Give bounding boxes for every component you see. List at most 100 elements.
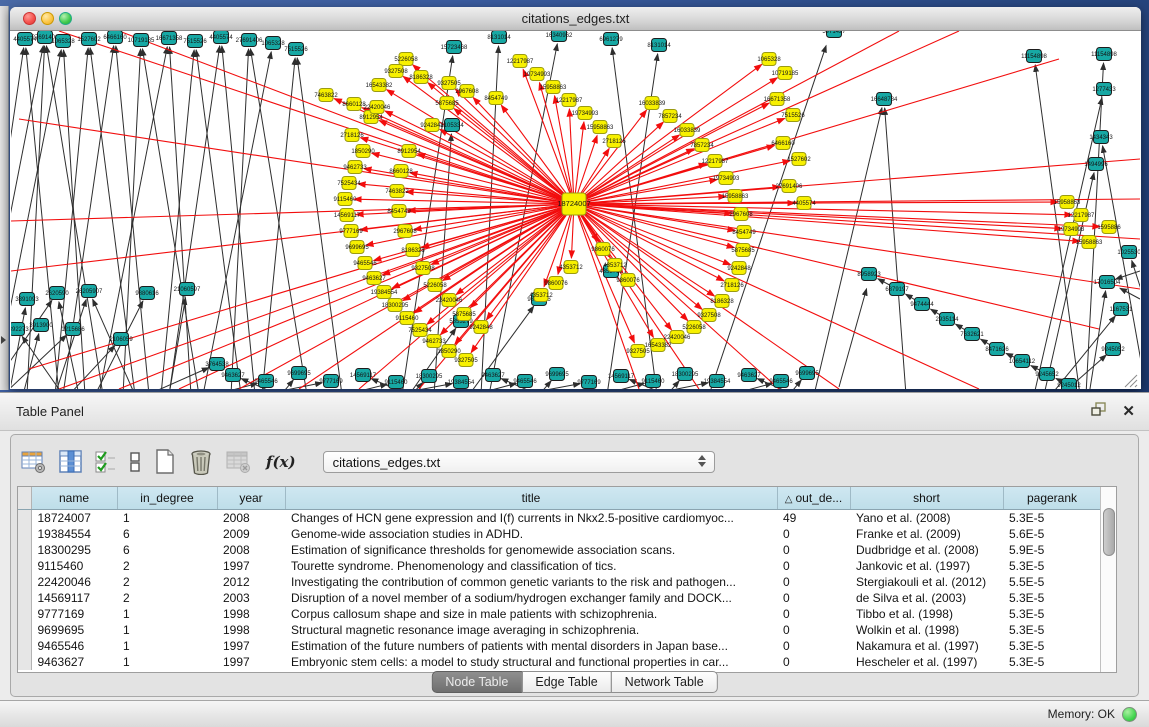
cell-year[interactable]: 2008 [217, 542, 285, 558]
cell-in_degree[interactable]: 2 [117, 574, 217, 590]
cell-pagerank[interactable]: 5.3E-5 [1003, 606, 1100, 622]
cell-short[interactable]: Wolkin et al. (1998) [850, 622, 1003, 638]
network-node[interactable]: 18300295 [672, 368, 699, 381]
cell-name[interactable]: 9465546 [31, 638, 117, 654]
column-header-year[interactable]: year [217, 487, 285, 510]
cell-name[interactable]: 9115460 [31, 558, 117, 574]
cell-name[interactable]: 22420046 [31, 574, 117, 590]
network-node[interactable]: 9327505 [454, 354, 478, 367]
cell-name[interactable]: 18724007 [31, 510, 117, 527]
vertical-scrollbar[interactable] [1100, 487, 1116, 672]
column-header-short[interactable]: short [850, 487, 1003, 510]
cell-in_degree[interactable]: 1 [117, 622, 217, 638]
network-node[interactable]: 16033839 [674, 124, 701, 137]
network-node[interactable]: 16543382 [366, 79, 393, 92]
cell-title[interactable]: Changes of HCN gene expression and I(f) … [285, 510, 777, 527]
network-node[interactable]: 8186328 [401, 244, 425, 257]
cell-short[interactable]: Franke et al. (2009) [850, 526, 1003, 542]
network-node[interactable]: 5226058 [394, 53, 418, 66]
network-node[interactable]: 4405574 [209, 31, 233, 44]
cell-pagerank[interactable]: 5.3E-5 [1003, 622, 1100, 638]
network-canvas[interactable]: 4405574276914061065328152760264661601071… [11, 31, 1140, 389]
cell-in_degree[interactable]: 1 [117, 510, 217, 527]
cell-year[interactable]: 2012 [217, 574, 285, 590]
cell-pagerank[interactable]: 5.5E-5 [1003, 574, 1100, 590]
cell-year[interactable]: 1998 [217, 622, 285, 638]
cell-out_degree[interactable]: 0 [777, 638, 850, 654]
cell-out_degree[interactable]: 0 [777, 558, 850, 574]
network-node[interactable]: 3764538 [205, 358, 229, 371]
cell-in_degree[interactable]: 6 [117, 526, 217, 542]
network-node[interactable]: 16033839 [639, 97, 666, 110]
network-node[interactable]: 9465546 [353, 257, 377, 270]
network-node[interactable]: 9860076 [544, 277, 568, 290]
cell-short[interactable]: de Silva et al. (2003) [850, 590, 1003, 606]
cell-out_degree[interactable]: 0 [777, 542, 850, 558]
cell-short[interactable]: Stergiakouli et al. (2012) [850, 574, 1003, 590]
table-row[interactable]: 969969511998Structural magnetic resonanc… [18, 622, 1100, 638]
cell-pagerank[interactable]: 5.9E-5 [1003, 542, 1100, 558]
network-node[interactable]: 27691406 [776, 180, 803, 193]
network-node[interactable]: 9327508 [384, 65, 408, 78]
network-node[interactable]: 9242848 [727, 262, 751, 275]
network-node[interactable]: 8131014 [487, 31, 511, 44]
network-node[interactable]: 8454749 [484, 92, 508, 105]
network-node[interactable]: 6961279 [599, 33, 623, 46]
network-node[interactable]: 15723468 [441, 41, 468, 54]
network-node[interactable]: 17016504 [1094, 276, 1121, 289]
cell-year[interactable]: 1997 [217, 558, 285, 574]
cell-short[interactable]: Jankovic et al. (1997) [850, 558, 1003, 574]
network-node[interactable]: 5971427 [822, 31, 846, 38]
network-node[interactable]: 8958923 [857, 268, 881, 281]
network-node[interactable]: 10719185 [772, 67, 799, 80]
create-column-icon[interactable] [154, 449, 176, 475]
scrollbar-thumb[interactable] [1103, 508, 1115, 556]
network-node[interactable]: 5226058 [682, 321, 706, 334]
network-node[interactable]: 9463627 [221, 369, 245, 382]
network-node[interactable]: 12217987 [1068, 209, 1095, 222]
cell-title[interactable]: Estimation of the future numbers of pati… [285, 638, 777, 654]
network-node[interactable]: 8186328 [409, 71, 433, 84]
cell-title[interactable]: Disruption of a novel member of a sodium… [285, 590, 777, 606]
network-node[interactable]: 15958863 [540, 81, 567, 94]
network-node[interactable]: 8660128 [389, 165, 413, 178]
network-node[interactable]: 16340962 [546, 31, 573, 42]
cell-year[interactable]: 1997 [217, 638, 285, 654]
column-header-out_degree[interactable]: △out_de... [777, 487, 850, 510]
network-node[interactable]: 1065328 [757, 53, 781, 66]
delete-column-trash-icon[interactable] [189, 449, 213, 475]
cell-out_degree[interactable]: 0 [777, 654, 850, 670]
window-resize-grip[interactable] [1125, 375, 1137, 387]
network-node[interactable]: 7515526 [183, 35, 207, 48]
cell-name[interactable]: 9463627 [31, 654, 117, 670]
network-node[interactable]: 8454749 [387, 205, 411, 218]
network-node[interactable]: 9699695 [287, 367, 311, 380]
cell-pagerank[interactable]: 5.3E-5 [1003, 654, 1100, 670]
network-node[interactable]: 8186328 [710, 295, 734, 308]
network-node[interactable]: 7857234 [658, 110, 682, 123]
close-window-icon[interactable] [23, 12, 36, 25]
table-row[interactable]: 1830029562008Estimation of significance … [18, 542, 1100, 558]
table-row[interactable]: 946554611997Estimation of the future num… [18, 638, 1100, 654]
network-node[interactable]: 9327505 [437, 77, 461, 90]
network-node[interactable]: 8131014 [647, 39, 671, 52]
memory-status-icon[interactable] [1122, 707, 1137, 722]
network-node[interactable]: 4353712 [559, 261, 583, 274]
network-node[interactable]: 9327508 [411, 262, 435, 275]
cell-in_degree[interactable]: 2 [117, 590, 217, 606]
network-node[interactable]: 2105334 [440, 119, 464, 132]
cell-title[interactable]: Embryonic stem cells: a model to study s… [285, 654, 777, 670]
cell-title[interactable]: Estimation of significance thresholds fo… [285, 542, 777, 558]
cell-name[interactable]: 9777169 [31, 606, 117, 622]
cell-year[interactable]: 2008 [217, 510, 285, 527]
cell-year[interactable]: 1997 [217, 654, 285, 670]
show-column-icon[interactable] [59, 450, 82, 474]
network-node[interactable]: 2718126 [602, 135, 626, 148]
network-node[interactable]: 18724007 [557, 193, 590, 215]
cell-out_degree[interactable]: 0 [777, 606, 850, 622]
cell-title[interactable]: Corpus callosum shape and size in male p… [285, 606, 777, 622]
network-node[interactable]: 19384554 [448, 376, 475, 389]
network-node[interactable]: 16671358 [156, 32, 183, 45]
network-node[interactable]: 9699695 [545, 368, 569, 381]
column-header-in_degree[interactable]: in_degree [117, 487, 217, 510]
